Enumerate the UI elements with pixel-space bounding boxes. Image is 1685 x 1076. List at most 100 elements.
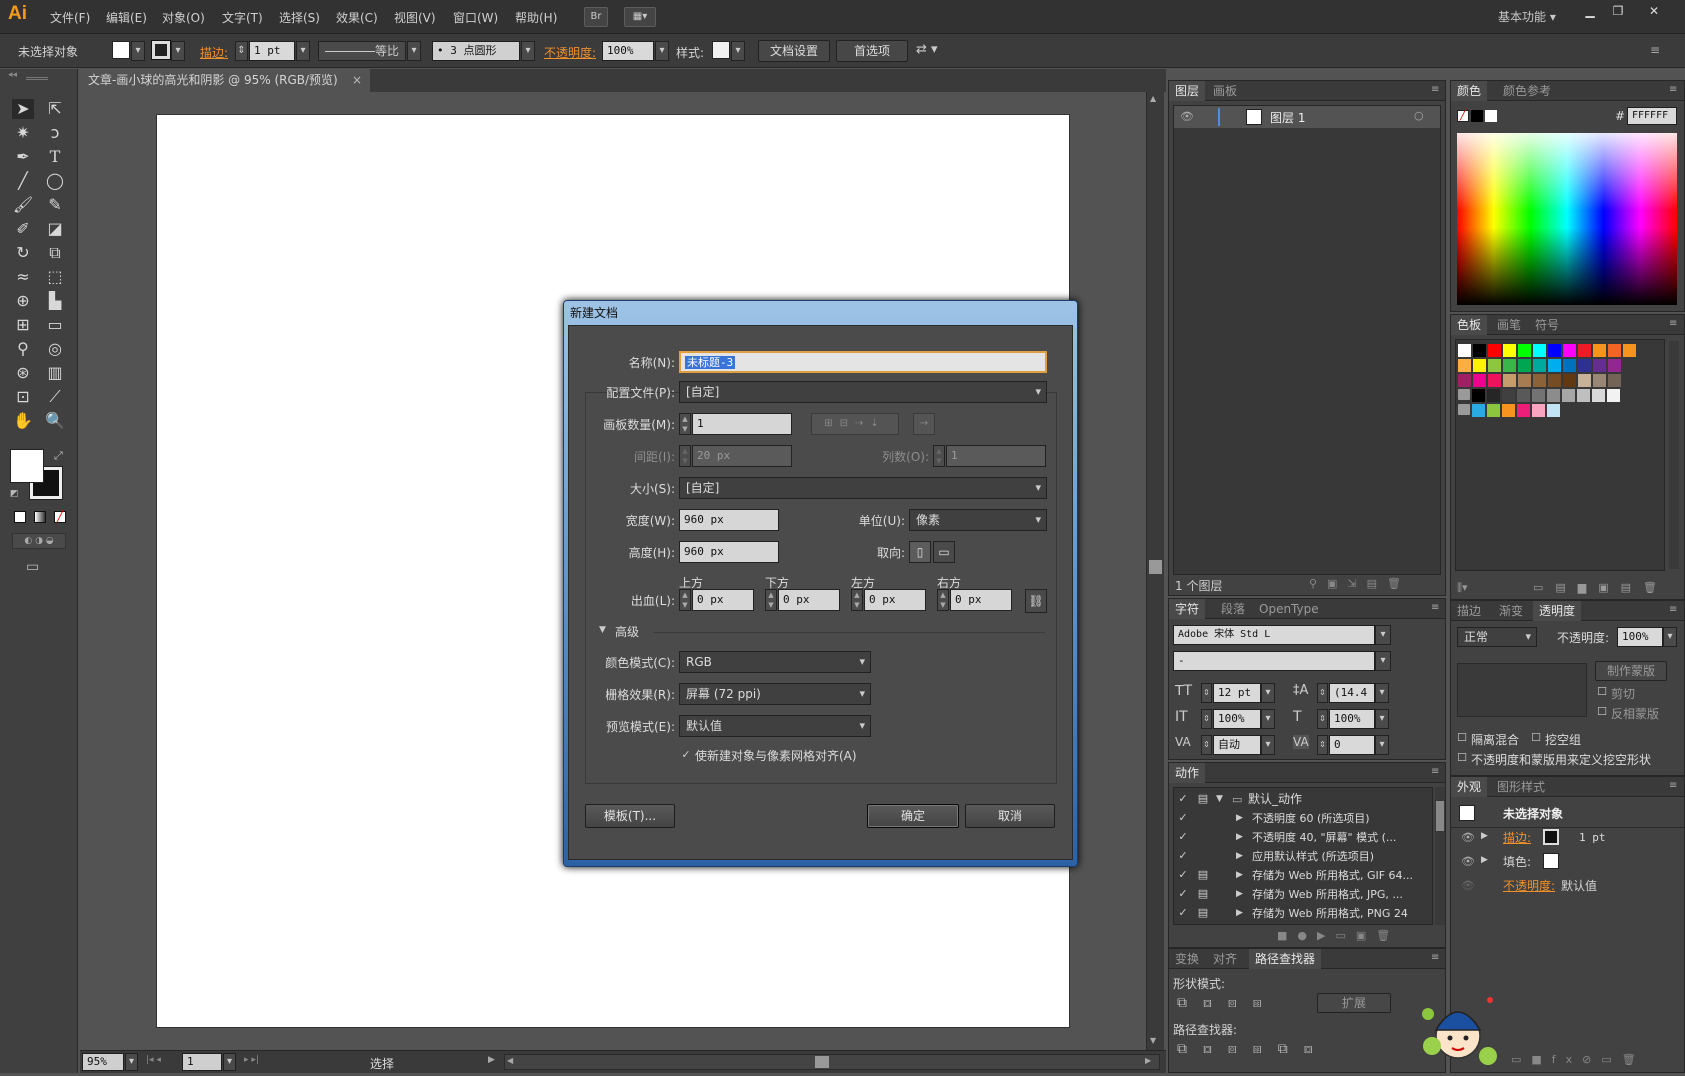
align-pixel-grid-checkbox[interactable]: ✓ xyxy=(679,748,693,762)
color-swatch[interactable] xyxy=(1548,374,1561,387)
tab-character[interactable]: 字符 xyxy=(1169,599,1206,619)
action-row[interactable]: ✓ ▤ ▶ 存储为 Web 所用格式, JPG, ... xyxy=(1174,885,1432,904)
artboards-spinner[interactable]: ▲ ▼ xyxy=(679,413,691,435)
grip-icon[interactable] xyxy=(26,77,48,80)
opacity-panel-input[interactable]: 100% xyxy=(1617,627,1663,647)
tab-layers[interactable]: 图层 xyxy=(1169,81,1206,101)
stroke-swatch[interactable] xyxy=(151,40,171,60)
shape-mode-buttons[interactable]: ⧉⧈⧇⧆ xyxy=(1177,995,1278,1011)
bleed-bottom-spinner[interactable]: ▲ ▼ xyxy=(765,589,777,611)
white-color-chip[interactable] xyxy=(1485,110,1497,122)
font-style-dropdown[interactable]: ▾ xyxy=(1375,651,1391,671)
color-swatch[interactable] xyxy=(1533,374,1546,387)
swatch-library-icon[interactable]: ⫼▾ xyxy=(1457,581,1468,595)
expand-action-icon[interactable]: ▶ xyxy=(1236,847,1243,866)
color-swatch[interactable] xyxy=(1563,374,1576,387)
actions-menu-icon[interactable]: ≡ xyxy=(1431,766,1439,777)
workspace-switcher[interactable]: 基本功能 ▾ xyxy=(1498,8,1556,25)
kerning-spinner[interactable]: ⇕ xyxy=(1201,735,1212,755)
hscale-dropdown[interactable]: ▾ xyxy=(1375,709,1389,729)
tab-opentype[interactable]: OpenType xyxy=(1259,599,1319,619)
opacity-input[interactable]: 100% xyxy=(602,41,654,61)
stroke-label[interactable]: 描边: xyxy=(200,44,228,61)
column-graph-tool-icon[interactable]: ▥ xyxy=(44,363,66,383)
zoom-level-input[interactable]: 95% xyxy=(82,1053,124,1071)
color-mode-select[interactable]: RGB xyxy=(679,651,871,673)
action-toggle-check[interactable]: ✓ xyxy=(1176,906,1190,920)
menu-window[interactable]: 窗口(W) xyxy=(453,9,498,26)
artboards-count-input[interactable]: 1 xyxy=(692,413,792,435)
layers-footer-icons[interactable]: ⚲▣⇲▤🗑 xyxy=(1309,577,1411,590)
artboard-tool-icon[interactable]: ⊡ xyxy=(12,387,34,407)
color-swatch[interactable] xyxy=(1502,404,1515,417)
color-swatch[interactable] xyxy=(1533,359,1546,372)
first-artboard-icon[interactable]: |◂ ◂ xyxy=(146,1055,161,1065)
menu-edit[interactable]: 编辑(E) xyxy=(106,9,147,26)
expand-set-icon[interactable]: ▼ xyxy=(1216,790,1223,809)
make-mask-button[interactable]: 制作蒙版 xyxy=(1595,661,1667,681)
blend-mode-select[interactable]: 正常 xyxy=(1457,627,1537,647)
tracking-dropdown[interactable]: ▾ xyxy=(1375,735,1389,755)
expand-action-icon[interactable]: ▶ xyxy=(1236,828,1243,847)
color-swatch[interactable] xyxy=(1518,344,1531,357)
color-swatch[interactable] xyxy=(1502,389,1515,402)
color-swatch[interactable] xyxy=(1608,374,1621,387)
color-swatch[interactable] xyxy=(1593,359,1606,372)
style-dropdown[interactable]: ▾ xyxy=(731,41,745,61)
color-swatch[interactable] xyxy=(1488,359,1501,372)
lasso-tool-icon[interactable]: ↄ xyxy=(44,123,66,143)
collapse-icon[interactable]: ◂◂ xyxy=(8,70,17,80)
action-toggle-check[interactable]: ✓ xyxy=(1176,849,1190,863)
color-swatch[interactable] xyxy=(1593,374,1606,387)
color-swatch[interactable] xyxy=(1548,359,1561,372)
scroll-down-arrow-icon[interactable]: ▼ xyxy=(1150,1036,1156,1045)
height-input[interactable]: 960 px xyxy=(679,541,779,563)
artboard-layout-buttons[interactable]: ⊞⊟⇢⇣ xyxy=(811,413,899,435)
dialog-toggle-icon[interactable]: ▤ xyxy=(1196,906,1210,920)
rtl-layout-icon[interactable]: → xyxy=(913,413,935,435)
appearance-fill-swatch[interactable] xyxy=(1543,853,1559,869)
selection-tool-icon[interactable]: ➤ xyxy=(12,99,34,119)
tab-symbols[interactable]: 符号 xyxy=(1535,315,1559,335)
landscape-orientation-icon[interactable]: ▭ xyxy=(933,541,955,563)
brush-definition[interactable]: • 3 点圆形 xyxy=(432,41,520,61)
transparency-menu-icon[interactable]: ≡ xyxy=(1669,604,1677,615)
line-tool-icon[interactable]: ╱ xyxy=(12,171,34,191)
action-toggle-check[interactable]: ✓ xyxy=(1176,792,1190,806)
color-swatch[interactable] xyxy=(1458,359,1471,372)
color-swatch[interactable] xyxy=(1532,389,1545,402)
ok-button[interactable]: 确定 xyxy=(867,804,959,828)
transform-options-icon[interactable]: ⇄ ▾ xyxy=(916,42,938,57)
color-swatch[interactable] xyxy=(1488,344,1501,357)
zoom-dropdown[interactable]: ▾ xyxy=(125,1053,138,1071)
portrait-orientation-icon[interactable]: ▯ xyxy=(909,541,931,563)
artboard-number-input[interactable]: 1 xyxy=(182,1053,222,1071)
drawing-modes-icon[interactable]: ◐ ◑ ◒ xyxy=(12,533,66,549)
color-swatch[interactable] xyxy=(1562,389,1575,402)
color-swatch[interactable] xyxy=(1517,404,1530,417)
color-swatch[interactable] xyxy=(1517,389,1530,402)
action-toggle-check[interactable]: ✓ xyxy=(1176,887,1190,901)
dialog-toggle-icon[interactable]: ▤ xyxy=(1196,887,1210,901)
arrange-documents-button[interactable]: ▦▾ xyxy=(624,7,656,27)
action-row[interactable]: ✓ ▤ ▶ 存储为 Web 所用格式, GIF 64... xyxy=(1174,866,1432,885)
tab-transform[interactable]: 变换 xyxy=(1175,949,1199,969)
tab-gradient[interactable]: 渐变 xyxy=(1499,601,1523,621)
color-swatch[interactable] xyxy=(1578,374,1591,387)
pen-tool-icon[interactable]: ✒ xyxy=(12,147,34,167)
color-mode-icon[interactable] xyxy=(14,511,26,523)
tab-swatches[interactable]: 色板 xyxy=(1451,315,1488,335)
tab-actions[interactable]: 动作 xyxy=(1169,763,1206,783)
templates-button[interactable]: 模板(T)... xyxy=(585,804,675,828)
scrollbar-thumb[interactable] xyxy=(1149,560,1162,574)
color-swatch[interactable] xyxy=(1533,344,1546,357)
document-setup-button[interactable]: 文档设置 xyxy=(758,40,830,62)
horizontal-scale-input[interactable]: 100% xyxy=(1329,709,1375,729)
kerning-input[interactable]: 自动 xyxy=(1213,735,1261,755)
scroll-right-arrow-icon[interactable]: ▶ xyxy=(1145,1056,1151,1065)
mesh-tool-icon[interactable]: ⊞ xyxy=(12,315,34,335)
menu-file[interactable]: 文件(F) xyxy=(50,9,90,26)
layer-name[interactable]: 图层 1 xyxy=(1270,109,1305,126)
scale-tool-icon[interactable]: ⧉ xyxy=(44,243,66,263)
vscale-dropdown[interactable]: ▾ xyxy=(1261,709,1275,729)
